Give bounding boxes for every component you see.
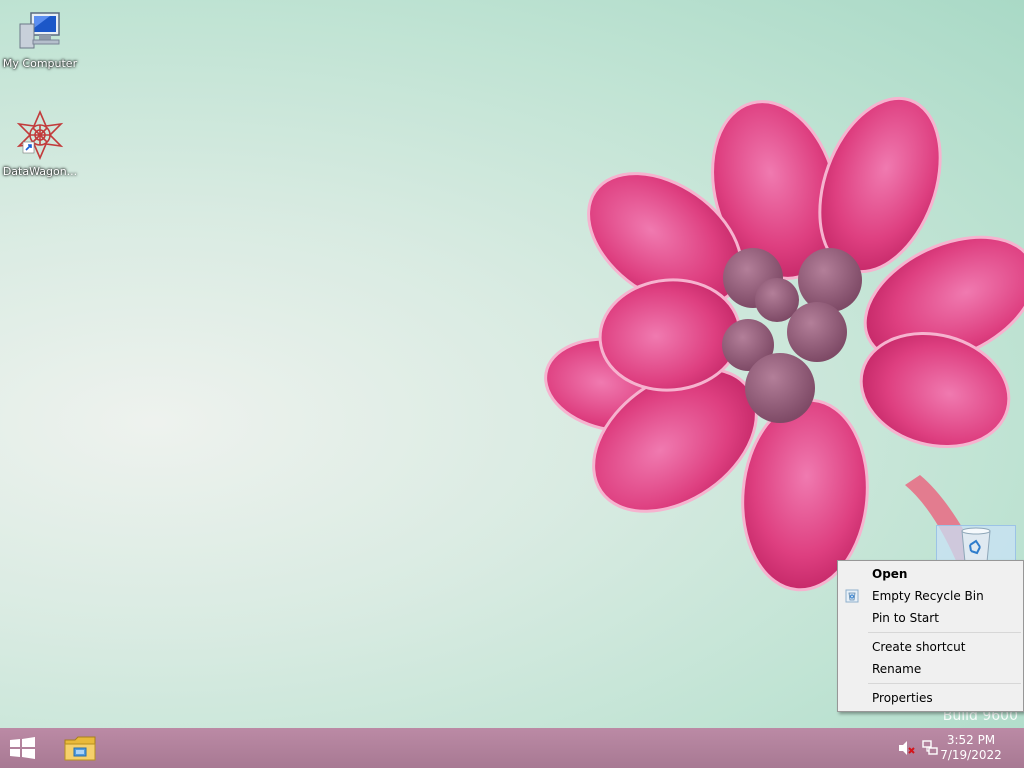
context-menu: Open Empty Recycle Bin Pin to Start Crea… (837, 560, 1024, 712)
start-button[interactable] (6, 736, 40, 760)
wallpaper-flower (544, 96, 1024, 592)
desktop-icon-label: My Computer (2, 57, 78, 70)
desktop-icon-datawagon[interactable]: DataWagon... (0, 109, 80, 178)
desktop-icon-my-computer[interactable]: My Computer (0, 10, 80, 70)
menu-separator (868, 632, 1021, 633)
menu-item-pin-to-start[interactable]: Pin to Start (838, 607, 1023, 629)
taskbar: 3:52 PM 7/19/2022 (0, 728, 1024, 768)
menu-item-empty-recycle-bin[interactable]: Empty Recycle Bin (838, 585, 1023, 607)
desktop-icon-recycle-bin[interactable] (936, 525, 1016, 565)
desktop-icon-label: DataWagon... (2, 165, 78, 178)
file-explorer-icon (64, 736, 96, 761)
recycle-bin-small-icon (845, 589, 859, 603)
menu-item-properties[interactable]: Properties (838, 687, 1023, 709)
datawagon-shortcut-icon (16, 109, 64, 161)
menu-item-open[interactable]: Open (838, 563, 1023, 585)
menu-separator (868, 683, 1021, 684)
menu-item-create-shortcut[interactable]: Create shortcut (838, 636, 1023, 658)
volume-muted-icon[interactable] (897, 740, 915, 756)
windows-start-icon (10, 737, 35, 759)
clock-time: 3:52 PM (946, 733, 996, 747)
taskbar-file-explorer-button[interactable] (62, 732, 98, 764)
computer-icon (19, 12, 60, 49)
menu-item-label: Empty Recycle Bin (872, 589, 984, 603)
clock-date: 7/19/2022 (940, 748, 1002, 762)
recycle-bin-icon (961, 527, 991, 563)
menu-item-rename[interactable]: Rename (838, 658, 1023, 680)
taskbar-clock[interactable]: 3:52 PM 7/19/2022 (934, 733, 1008, 763)
